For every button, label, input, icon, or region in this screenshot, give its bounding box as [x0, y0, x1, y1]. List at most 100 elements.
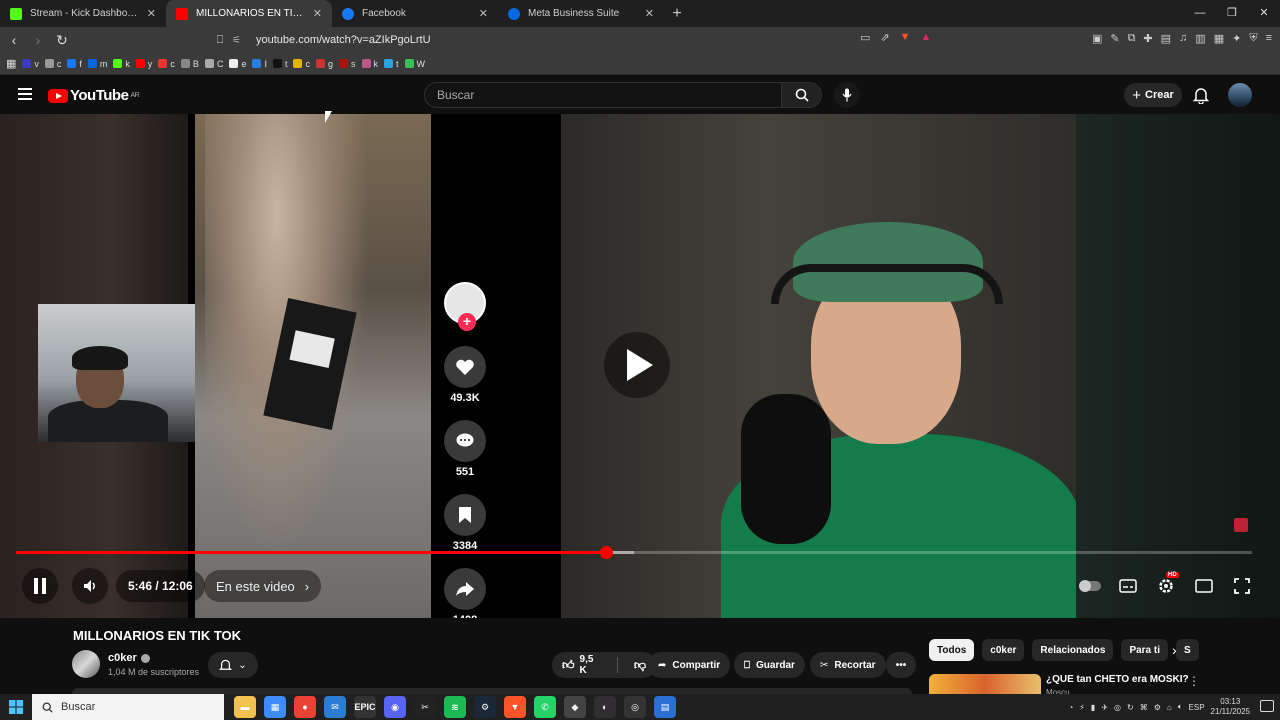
share-button[interactable]: ➦ Compartir: [648, 652, 731, 678]
cast-icon[interactable]: ▭: [860, 31, 870, 44]
filter-chip[interactable]: Relacionados: [1032, 639, 1114, 661]
bookmark-item[interactable]: t: [384, 59, 399, 69]
spotify-icon[interactable]: ≋: [444, 696, 466, 718]
maximize-button[interactable]: ❐: [1216, 0, 1248, 27]
puzzle-icon[interactable]: ✚: [1143, 32, 1152, 45]
tray-icon[interactable]: ▮: [1091, 703, 1095, 712]
youtube-logo[interactable]: YouTube AR: [48, 87, 140, 104]
tray-icon[interactable]: ◎: [1114, 703, 1121, 712]
close-icon[interactable]: ✕: [645, 7, 654, 20]
filter-chip[interactable]: Todos: [929, 639, 975, 661]
create-button[interactable]: + Crear: [1124, 83, 1182, 107]
subscription-bell-button[interactable]: ⌄: [208, 652, 258, 678]
bookmark-item[interactable]: I: [252, 59, 267, 69]
close-icon[interactable]: ✕: [147, 7, 156, 20]
extension-icon[interactable]: ▤: [1161, 32, 1171, 45]
calculator-icon[interactable]: ▤: [654, 696, 676, 718]
tab-facebook[interactable]: Facebook ✕: [332, 0, 498, 27]
capcut-icon[interactable]: ✂: [414, 696, 436, 718]
start-button[interactable]: [0, 694, 32, 720]
fullscreen-button[interactable]: [1230, 570, 1254, 602]
music-icon[interactable]: ♫: [1179, 32, 1187, 45]
vpn-icon[interactable]: ⛨: [1249, 32, 1257, 45]
steam-icon[interactable]: ⚙: [474, 696, 496, 718]
tray-icon[interactable]: ⌘: [1140, 703, 1148, 712]
chapters-button[interactable]: En este video ›: [204, 570, 322, 602]
filter-chip[interactable]: c0ker: [982, 639, 1025, 661]
mail-icon[interactable]: ✉: [324, 696, 346, 718]
notifications-button[interactable]: [1192, 86, 1210, 109]
play-icon[interactable]: [604, 332, 670, 398]
like-button[interactable]: 👍︎ 9,5 K: [552, 652, 611, 678]
filter-chip[interactable]: S: [1176, 639, 1199, 661]
new-tab-button[interactable]: +: [664, 5, 690, 23]
bookmark-item[interactable]: c: [293, 59, 310, 69]
more-actions-button[interactable]: •••: [886, 652, 916, 678]
taskbar-search[interactable]: Buscar: [32, 694, 224, 720]
sidebar-icon[interactable]: ▥: [1195, 32, 1205, 45]
chevron-right-icon[interactable]: ›: [1172, 642, 1177, 658]
filter-chip[interactable]: Para ti: [1121, 639, 1169, 661]
account-avatar[interactable]: [1228, 83, 1252, 107]
extension-icon[interactable]: ⧉: [1128, 32, 1136, 45]
extension-icon[interactable]: ▣: [1092, 32, 1102, 45]
menu-icon[interactable]: [18, 88, 32, 100]
unity-icon[interactable]: ◆: [564, 696, 586, 718]
store-icon[interactable]: ▦: [264, 696, 286, 718]
site-settings-icon[interactable]: ⚟: [232, 35, 246, 46]
brave-icon[interactable]: ▼: [504, 696, 526, 718]
tab-youtube-video[interactable]: MILLONARIOS EN TIK TOK - YouTube ✕: [166, 0, 332, 27]
bookmark-item[interactable]: t: [272, 59, 287, 69]
forward-arrow-icon[interactable]: ›: [28, 32, 48, 48]
progress-bar[interactable]: [16, 546, 1252, 559]
apps-grid-icon[interactable]: ▦: [6, 57, 16, 70]
tray-icon[interactable]: ⚙: [1154, 703, 1161, 712]
search-button[interactable]: [782, 82, 822, 108]
autoplay-toggle[interactable]: [1078, 570, 1102, 602]
address-bar[interactable]: ⚟ youtube.com/watch?v=aZIkPgoLrtU: [232, 30, 952, 50]
bookmark-item[interactable]: g: [315, 59, 333, 69]
back-arrow-icon[interactable]: ‹: [4, 32, 24, 48]
tray-icon[interactable]: ↻: [1127, 703, 1134, 712]
channel-watermark-icon[interactable]: [1234, 518, 1248, 532]
speaker-icon[interactable]: 🔈︎: [1178, 702, 1183, 712]
scrubber-handle[interactable]: [599, 546, 613, 559]
tray-icon[interactable]: ◔: [1068, 703, 1073, 712]
discord-icon[interactable]: ◉: [384, 696, 406, 718]
clock[interactable]: 03:13 21/11/2025: [1211, 697, 1250, 717]
chrome-icon[interactable]: ●: [294, 696, 316, 718]
theater-mode-button[interactable]: [1192, 570, 1216, 602]
volume-button[interactable]: [72, 568, 108, 604]
close-icon[interactable]: ✕: [479, 7, 488, 20]
voice-search-button[interactable]: [834, 82, 860, 108]
bookmark-item[interactable]: v: [22, 59, 39, 69]
recommended-thumbnail[interactable]: [929, 674, 1041, 694]
video-player[interactable]: + 49.3K 551 3384 1408 5:46 / 12:06 En es…: [0, 114, 1280, 618]
whatsapp-icon[interactable]: ✆: [534, 696, 556, 718]
epic-games-icon[interactable]: EPIC: [354, 696, 376, 718]
subtitles-button[interactable]: [1116, 570, 1140, 602]
bookmark-icon[interactable]: ⎕: [210, 34, 230, 47]
brave-shield-icon[interactable]: ▼: [900, 31, 911, 44]
obs-icon[interactable]: ◐: [594, 696, 616, 718]
reload-icon[interactable]: ↻: [52, 32, 72, 49]
save-button[interactable]: ⎕ Guardar: [734, 652, 805, 678]
more-vertical-icon[interactable]: ⋮: [1188, 674, 1200, 688]
brave-rewards-icon[interactable]: ▲: [921, 31, 932, 44]
notification-center-icon[interactable]: [1260, 700, 1274, 712]
bookmark-item[interactable]: C: [204, 59, 223, 69]
wallet-icon[interactable]: ▦: [1214, 32, 1224, 45]
bookmark-item[interactable]: c: [158, 59, 175, 69]
file-explorer-icon[interactable]: ▬: [234, 696, 256, 718]
bookmark-item[interactable]: m: [87, 59, 107, 69]
close-window-button[interactable]: ✕: [1248, 0, 1280, 27]
tab-kick-dashboard[interactable]: Stream - Kick Dashboard ✕: [0, 0, 166, 27]
bookmark-item[interactable]: s: [339, 59, 356, 69]
bookmark-item[interactable]: f: [67, 59, 82, 69]
tray-icon[interactable]: ⚡: [1079, 703, 1085, 712]
recommended-title[interactable]: ¿QUE tan CHETO era MOSKI?: [1046, 674, 1189, 685]
network-icon[interactable]: ⌂: [1167, 703, 1172, 712]
minimize-button[interactable]: —: [1184, 0, 1216, 27]
bookmark-item[interactable]: e: [229, 59, 246, 69]
share-icon[interactable]: ⇗: [880, 31, 889, 44]
